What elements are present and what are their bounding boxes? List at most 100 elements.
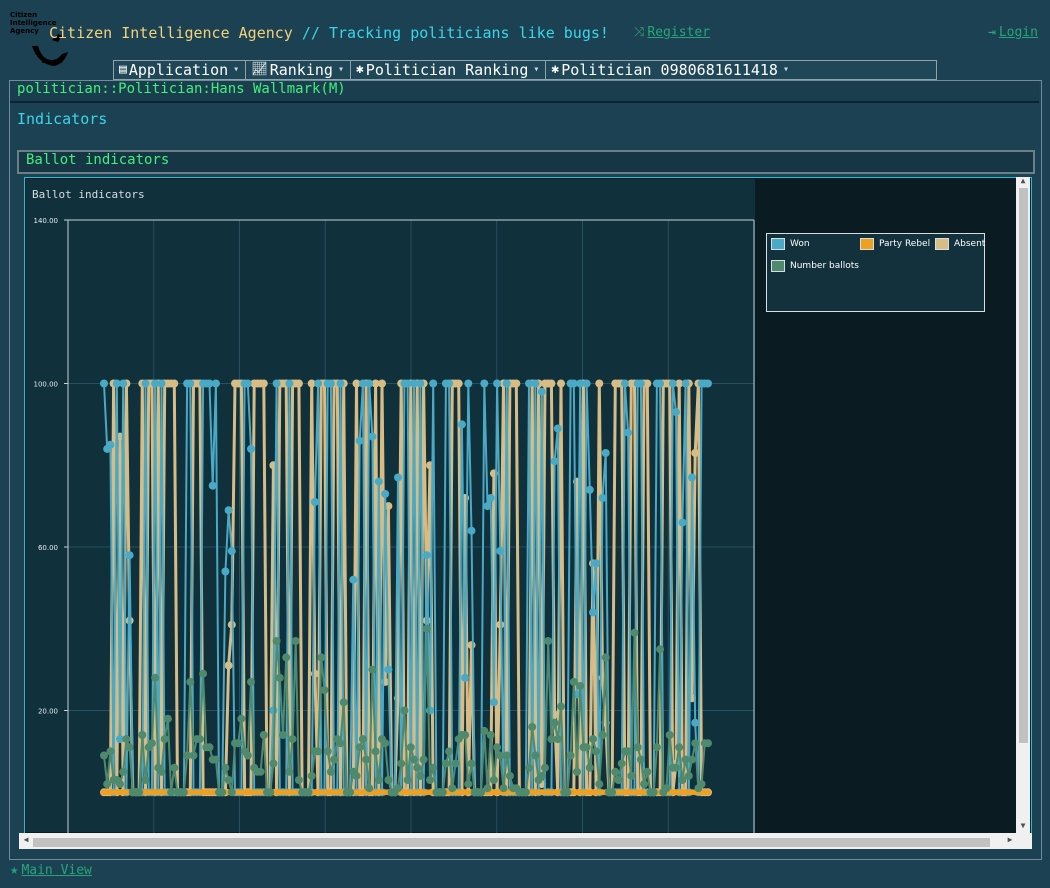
absent-point xyxy=(454,379,463,388)
number-ballots-point xyxy=(416,771,425,780)
number-ballots-point xyxy=(614,776,623,784)
number-ballots-point xyxy=(448,784,457,793)
won-point xyxy=(141,379,150,388)
won-point xyxy=(384,665,393,674)
number-ballots-point xyxy=(493,743,502,752)
scroll-down-arrow-icon[interactable]: ▼ xyxy=(1016,821,1030,831)
won-point xyxy=(247,444,255,453)
number-ballots-point xyxy=(163,714,172,723)
number-ballots-point xyxy=(358,735,367,744)
absent-point xyxy=(294,379,303,388)
series-party-rebel xyxy=(101,789,711,796)
number-ballots-point xyxy=(218,788,227,797)
number-ballots-point xyxy=(537,771,546,780)
absent-point xyxy=(512,379,521,388)
won-point xyxy=(493,379,502,388)
ballot-chart: 140.00 100.00 60.00 20.00 xyxy=(34,217,755,840)
won-point xyxy=(365,379,374,388)
legend-item-number-ballots[interactable]: Number ballots xyxy=(771,260,859,272)
absent-point xyxy=(259,379,268,388)
number-ballots-point xyxy=(521,788,530,797)
number-ballots-point xyxy=(234,739,243,748)
horizontal-scroll-thumb[interactable] xyxy=(33,838,990,847)
scroll-up-arrow-icon[interactable]: ▲ xyxy=(1016,176,1030,186)
won-point xyxy=(553,424,562,433)
absent-point xyxy=(170,379,179,388)
won-point xyxy=(422,551,431,560)
number-ballots-point xyxy=(505,771,514,780)
won-point xyxy=(489,698,498,707)
number-ballots-point xyxy=(119,767,128,776)
won-point xyxy=(601,449,610,457)
legend-item-party-rebel[interactable]: Party Rebel xyxy=(860,238,930,250)
number-ballots-point xyxy=(662,784,671,793)
won-point xyxy=(585,485,594,494)
number-ballots-point xyxy=(566,751,575,760)
number-ballots-point xyxy=(266,788,275,797)
number-ballots-point xyxy=(410,755,418,764)
won-point xyxy=(582,379,591,388)
number-ballots-point xyxy=(445,747,454,756)
won-point xyxy=(394,473,402,482)
number-ballots-point xyxy=(205,743,214,752)
number-ballots-point xyxy=(426,776,434,784)
number-ballots-point xyxy=(422,624,431,633)
won-point xyxy=(272,379,281,388)
number-ballots-point xyxy=(400,706,409,715)
legend-item-won[interactable]: Won xyxy=(771,238,810,250)
scroll-right-arrow-icon[interactable]: ▶ xyxy=(1004,835,1016,847)
number-ballots-point xyxy=(563,788,572,797)
won-point xyxy=(208,481,217,490)
number-ballots-point xyxy=(259,731,268,739)
legend-label-absent: Absent xyxy=(954,239,986,249)
won-point xyxy=(550,457,559,466)
number-ballots-point xyxy=(157,767,166,776)
vertical-scroll-thumb[interactable] xyxy=(1019,188,1028,743)
legend-item-absent[interactable]: Absent xyxy=(935,238,985,250)
number-ballots-point xyxy=(656,645,665,654)
number-ballots-point xyxy=(221,763,230,772)
won-point xyxy=(314,379,323,388)
main-view-link[interactable]: ★ Main View xyxy=(10,862,92,878)
won-point xyxy=(656,379,665,388)
absent-point xyxy=(224,661,233,670)
legend-swatch-number-ballots xyxy=(771,260,785,272)
number-ballots-point xyxy=(116,780,124,789)
won-point xyxy=(636,379,645,388)
number-ballots-point xyxy=(441,759,450,768)
won-point xyxy=(691,718,700,727)
number-ballots-point xyxy=(224,776,233,784)
y-tick-label: 60.00 xyxy=(38,544,58,552)
number-ballots-point xyxy=(531,751,540,760)
won-point xyxy=(429,379,438,388)
number-ballots-point xyxy=(429,763,438,772)
scroll-left-arrow-icon[interactable]: ◀ xyxy=(20,835,32,847)
won-point xyxy=(445,379,454,388)
number-ballots-point xyxy=(595,780,604,789)
number-ballots-point xyxy=(633,743,642,752)
won-point xyxy=(457,420,466,429)
absent-point xyxy=(378,379,386,388)
number-ballots-point xyxy=(275,673,284,682)
won-point xyxy=(285,379,294,388)
number-ballots-point xyxy=(189,751,198,760)
number-ballots-point xyxy=(211,755,220,764)
number-ballots-point xyxy=(627,771,636,780)
number-ballots-point xyxy=(138,731,147,739)
won-point xyxy=(672,408,680,417)
absent-point xyxy=(691,449,700,457)
number-ballots-point xyxy=(598,731,607,739)
number-ballots-point xyxy=(557,702,565,711)
number-ballots-point xyxy=(489,776,498,784)
number-ballots-point xyxy=(461,731,470,739)
won-point xyxy=(704,379,712,388)
won-point xyxy=(531,379,540,388)
number-ballots-point xyxy=(381,739,390,748)
number-ballots-point xyxy=(611,767,620,776)
won-point xyxy=(224,506,233,515)
number-ballots-point xyxy=(362,755,371,764)
legend-label-party-rebel: Party Rebel xyxy=(879,239,931,249)
number-ballots-point xyxy=(269,759,278,768)
number-ballots-point xyxy=(339,698,348,707)
won-point xyxy=(598,494,607,502)
